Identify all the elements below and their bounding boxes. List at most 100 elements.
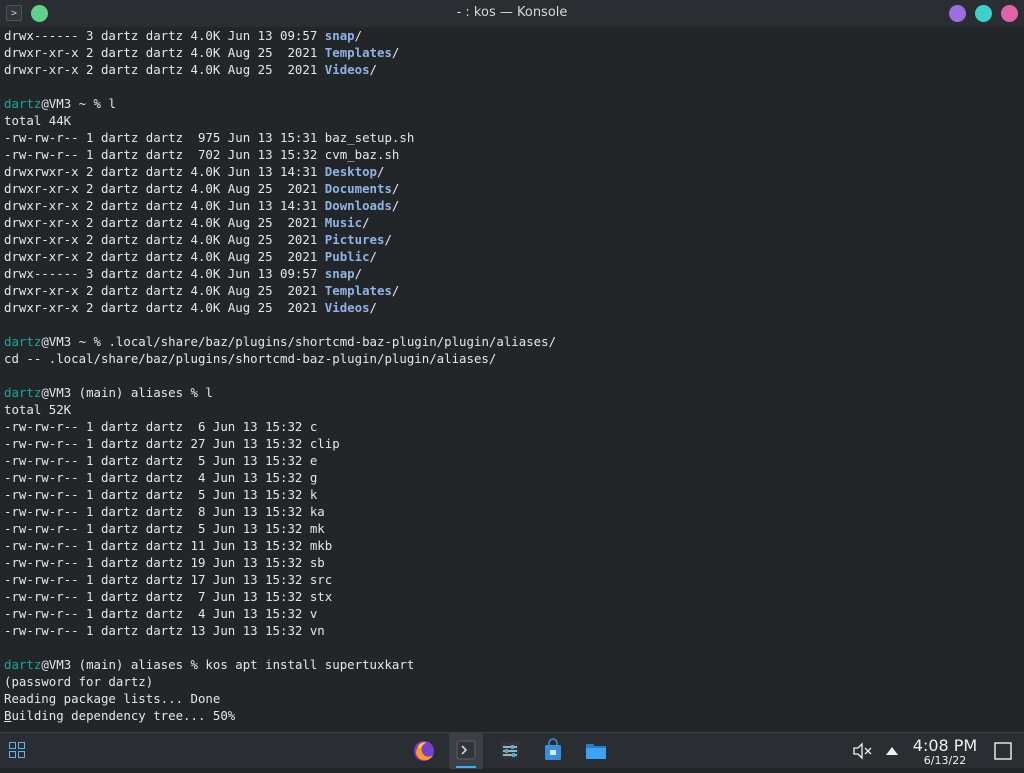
- minimize-button[interactable]: [949, 5, 966, 22]
- directory-name: Videos: [324, 300, 370, 315]
- terminal-text: drwxr-xr-x 2 dartz dartz 4.0K Aug 25 202…: [4, 45, 325, 60]
- task-firefox[interactable]: [407, 733, 441, 769]
- directory-name: Public: [324, 249, 370, 264]
- terminal-line: total 52K: [4, 401, 556, 418]
- application-launcher[interactable]: [5, 733, 33, 769]
- terminal-line: -rw-rw-r-- 1 dartz dartz 8 Jun 13 15:32 …: [4, 503, 556, 520]
- tray-expand[interactable]: [881, 733, 903, 769]
- terminal-line: -rw-rw-r-- 1 dartz dartz 5 Jun 13 15:32 …: [4, 452, 556, 469]
- show-desktop-icon: [994, 742, 1012, 760]
- keep-above-button[interactable]: [31, 5, 48, 22]
- firefox-icon: [414, 741, 434, 761]
- terminal-line: total 44K: [4, 112, 556, 129]
- volume-muted-icon: [853, 742, 872, 760]
- window-titlebar[interactable]: > - : kos — Konsole: [0, 0, 1024, 27]
- clock-time[interactable]: 4:08 PM: [906, 736, 984, 755]
- terminal-text: /: [391, 198, 400, 213]
- terminal-line: dartz@VM3 (main) aliases % kos apt insta…: [4, 656, 556, 673]
- terminal-line: drwx------ 3 dartz dartz 4.0K Jun 13 09:…: [4, 27, 556, 44]
- terminal-text: drwxr-xr-x 2 dartz dartz 4.0K Aug 25 202…: [4, 283, 325, 298]
- terminal-line: drwxr-xr-x 2 dartz dartz 4.0K Aug 25 202…: [4, 299, 556, 316]
- terminal-text: drwxrwxr-x 2 dartz dartz 4.0K Jun 13 14:…: [4, 164, 325, 179]
- terminal-line: drwxr-xr-x 2 dartz dartz 4.0K Jun 13 14:…: [4, 197, 556, 214]
- terminal-text: -rw-rw-r-- 1 dartz dartz 702 Jun 13 15:3…: [4, 147, 400, 162]
- maximize-button[interactable]: [975, 5, 992, 22]
- terminal-text: /: [362, 215, 370, 230]
- terminal-text: /: [369, 300, 378, 315]
- terminal-line: -rw-rw-r-- 1 dartz dartz 6 Jun 13 15:32 …: [4, 418, 556, 435]
- terminal-text: -rw-rw-r-- 1 dartz dartz 8 Jun 13 15:32 …: [4, 504, 325, 519]
- directory-name: Music: [324, 215, 363, 230]
- terminal-line: dartz@VM3 ~ % l: [4, 95, 556, 112]
- terminal-line: Building dependency tree... 50%: [4, 707, 556, 724]
- folder-icon: [586, 744, 606, 759]
- clock-date[interactable]: 6/13/22: [906, 754, 984, 767]
- close-button[interactable]: [1001, 5, 1018, 22]
- terminal-line: dartz@VM3 ~ % .local/share/baz/plugins/s…: [4, 333, 556, 350]
- store-bag-icon: [545, 738, 561, 760]
- terminal-text: /: [369, 62, 378, 77]
- prompt-username: dartz: [4, 657, 42, 672]
- terminal-text: -rw-rw-r-- 1 dartz dartz 19 Jun 13 15:32…: [4, 555, 325, 570]
- terminal-text: @VM3 ~ % .local/share/baz/plugins/shortc…: [41, 334, 557, 349]
- terminal-text: /: [384, 232, 392, 247]
- terminal-text: /: [391, 45, 400, 60]
- terminal-line: -rw-rw-r-- 1 dartz dartz 17 Jun 13 15:32…: [4, 571, 556, 588]
- directory-name: Downloads: [324, 198, 392, 213]
- terminal-line: -rw-rw-r-- 1 dartz dartz 5 Jun 13 15:32 …: [4, 520, 556, 537]
- terminal-text: drwxr-xr-x 2 dartz dartz 4.0K Aug 25 202…: [4, 232, 325, 247]
- directory-name: Templates: [324, 283, 392, 298]
- terminal-text: /: [377, 164, 385, 179]
- terminal-text: -rw-rw-r-- 1 dartz dartz 6 Jun 13 15:32 …: [4, 419, 318, 434]
- prompt-username: dartz: [4, 96, 42, 111]
- terminal-view[interactable]: drwx------ 3 dartz dartz 4.0K Jun 13 09:…: [0, 27, 1024, 732]
- terminal-text: -rw-rw-r-- 1 dartz dartz 27 Jun 13 15:32…: [4, 436, 340, 451]
- terminal-icon: [456, 740, 476, 760]
- task-dolphin[interactable]: [579, 733, 613, 769]
- terminal-line: -rw-rw-r-- 1 dartz dartz 27 Jun 13 15:32…: [4, 435, 556, 452]
- konsole-app-icon[interactable]: >: [6, 5, 22, 21]
- terminal-output: drwx------ 3 dartz dartz 4.0K Jun 13 09:…: [4, 27, 556, 724]
- terminal-text: @VM3 (main) aliases % kos apt install su…: [41, 657, 415, 672]
- terminal-line: drwxr-xr-x 2 dartz dartz 4.0K Aug 25 202…: [4, 214, 556, 231]
- taskbar: 4:08 PM 6/13/22: [0, 732, 1024, 769]
- terminal-text: -rw-rw-r-- 1 dartz dartz 11 Jun 13 15:32…: [4, 538, 333, 553]
- directory-name: Videos: [324, 62, 370, 77]
- terminal-line: dartz@VM3 (main) aliases % l: [4, 384, 556, 401]
- terminal-text: drwxr-xr-x 2 dartz dartz 4.0K Aug 25 202…: [4, 300, 325, 315]
- terminal-line: (password for dartz): [4, 673, 556, 690]
- terminal-text: cd -- .local/share/baz/plugins/shortcmd-…: [4, 351, 497, 366]
- terminal-text: @VM3 (main) aliases % l: [41, 385, 213, 400]
- terminal-text: -rw-rw-r-- 1 dartz dartz 5 Jun 13 15:32 …: [4, 521, 325, 536]
- terminal-text: -rw-rw-r-- 1 dartz dartz 5 Jun 13 15:32 …: [4, 453, 318, 468]
- settings-sliders-icon: [501, 742, 519, 759]
- task-system-settings[interactable]: [493, 733, 527, 769]
- task-discover[interactable]: [536, 733, 570, 769]
- prompt-username: dartz: [4, 334, 42, 349]
- terminal-text: -rw-rw-r-- 1 dartz dartz 17 Jun 13 15:32…: [4, 572, 333, 587]
- terminal-text: uilding dependency tree... 50%: [11, 708, 236, 723]
- terminal-text: drwxr-xr-x 2 dartz dartz 4.0K Jun 13 14:…: [4, 198, 325, 213]
- terminal-text: drwxr-xr-x 2 dartz dartz 4.0K Aug 25 202…: [4, 181, 325, 196]
- terminal-line: -rw-rw-r-- 1 dartz dartz 4 Jun 13 15:32 …: [4, 469, 556, 486]
- terminal-text: drwxr-xr-x 2 dartz dartz 4.0K Aug 25 202…: [4, 215, 325, 230]
- terminal-line: -rw-rw-r-- 1 dartz dartz 7 Jun 13 15:32 …: [4, 588, 556, 605]
- directory-name: Templates: [324, 45, 392, 60]
- terminal-line: Reading package lists... Done: [4, 690, 556, 707]
- prompt-username: dartz: [4, 385, 42, 400]
- show-desktop-button[interactable]: [990, 733, 1016, 769]
- tray-volume[interactable]: [850, 733, 876, 769]
- terminal-line: cd -- .local/share/baz/plugins/shortcmd-…: [4, 350, 556, 367]
- terminal-text: -rw-rw-r-- 1 dartz dartz 4 Jun 13 15:32 …: [4, 606, 318, 621]
- terminal-line: drwxr-xr-x 2 dartz dartz 4.0K Aug 25 202…: [4, 180, 556, 197]
- terminal-text: total 44K: [4, 113, 72, 128]
- directory-name: Pictures: [324, 232, 385, 247]
- terminal-text: drwxr-xr-x 2 dartz dartz 4.0K Aug 25 202…: [4, 249, 325, 264]
- terminal-line: drwxr-xr-x 2 dartz dartz 4.0K Aug 25 202…: [4, 248, 556, 265]
- directory-name: snap: [324, 28, 355, 43]
- terminal-text: drwx------ 3 dartz dartz 4.0K Jun 13 09:…: [4, 266, 325, 281]
- task-konsole[interactable]: [449, 733, 483, 769]
